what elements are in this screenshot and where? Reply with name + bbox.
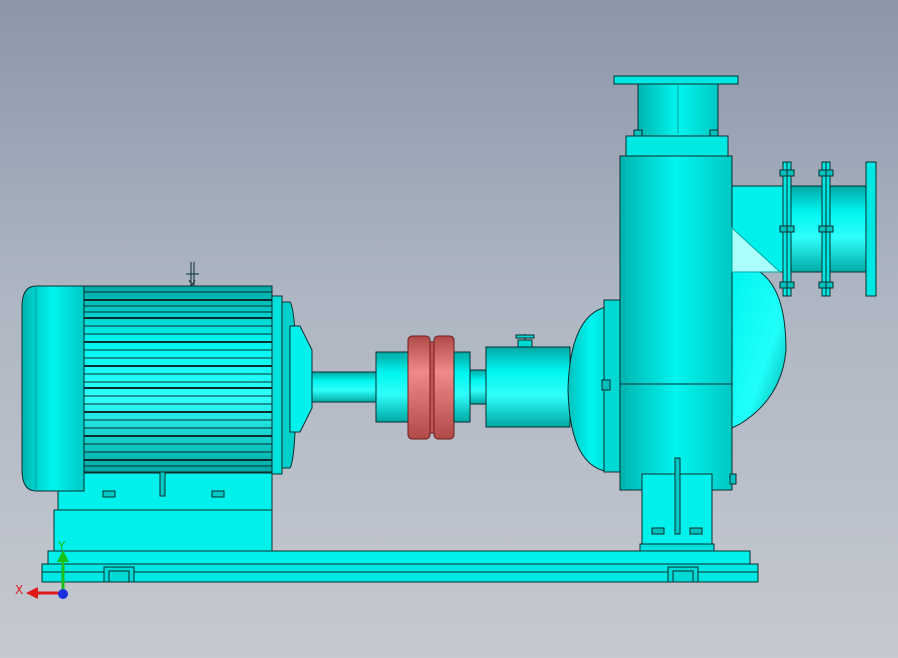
grease-nipple-icon bbox=[517, 339, 533, 348]
pump-volute bbox=[619, 155, 789, 491]
coupling-disc bbox=[433, 335, 455, 440]
pump-assembly-drawing: Y X bbox=[15, 75, 877, 599]
suction-inlet-flange bbox=[865, 161, 877, 297]
z-axis-dot bbox=[58, 589, 68, 599]
x-axis-arrowhead bbox=[26, 587, 38, 599]
lifting-eye-icon bbox=[186, 262, 199, 286]
x-axis-label: X bbox=[15, 583, 23, 597]
bolt-head bbox=[689, 527, 703, 535]
motor-end-cap bbox=[21, 285, 85, 492]
bolt-head bbox=[651, 527, 665, 535]
coupling-disc bbox=[407, 335, 431, 440]
motor-shaft bbox=[311, 371, 377, 403]
discharge-flange bbox=[613, 75, 739, 157]
drain-plug-icon bbox=[601, 379, 611, 391]
motor bbox=[21, 262, 313, 492]
pump-volute-dome bbox=[567, 299, 623, 473]
coupling bbox=[375, 335, 487, 440]
coupling-hub-motor bbox=[375, 351, 409, 423]
coupling-hub-pump bbox=[453, 351, 471, 423]
bolt-head bbox=[211, 490, 225, 498]
bearing-housing bbox=[485, 334, 571, 428]
bolt-head bbox=[102, 490, 116, 498]
y-axis-label: Y bbox=[57, 539, 66, 553]
base-frame bbox=[41, 550, 759, 583]
